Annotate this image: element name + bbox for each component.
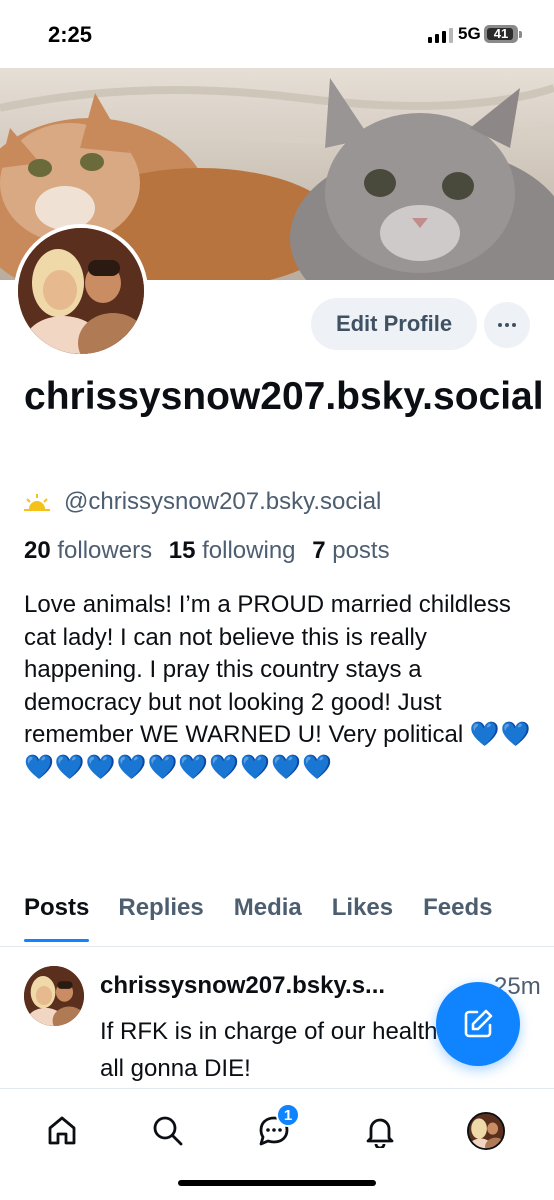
followers-label: followers: [57, 537, 153, 564]
status-time: 2:25: [48, 22, 93, 47]
more-options-button[interactable]: [484, 302, 530, 348]
cellular-signal-icon: [428, 27, 453, 43]
tab-replies[interactable]: Replies: [118, 894, 203, 942]
profile-avatar-icon: [467, 1112, 505, 1150]
posts-stat: 7 posts: [312, 537, 389, 564]
nav-profile[interactable]: [464, 1109, 508, 1153]
profile-tabs: Posts Replies Media Likes Feeds: [24, 894, 554, 942]
dot: [505, 323, 509, 327]
profile-handle: @chrissysnow207.bsky.social: [64, 488, 382, 515]
profile-avatar[interactable]: [14, 224, 148, 358]
tab-posts[interactable]: Posts: [24, 894, 90, 942]
followers-link[interactable]: 20 followers: [24, 537, 152, 564]
following-label: following: [202, 537, 296, 564]
profile-bio: Love animals! I’m a PROUD married childl…: [24, 589, 540, 784]
post-author-avatar[interactable]: [24, 966, 84, 1026]
compose-icon: [464, 1009, 493, 1038]
followers-count: 20: [24, 537, 51, 564]
home-icon: [48, 1116, 76, 1145]
chat-unread-badge: 1: [276, 1103, 300, 1127]
home-indicator: [178, 1180, 376, 1186]
compose-post-button[interactable]: [436, 982, 520, 1066]
avatar-photo: [24, 966, 84, 1026]
following-count: 15: [168, 537, 196, 564]
bell-icon: [366, 1118, 394, 1148]
posts-count: 7: [312, 537, 326, 564]
display-name: chrissysnow207.bsky.social: [24, 375, 544, 418]
edit-profile-button[interactable]: Edit Profile: [311, 298, 477, 350]
avatar-photo: [18, 228, 144, 354]
battery-icon: 41: [484, 25, 522, 43]
profile-stats: 20 followers 15 following 7 posts: [24, 537, 390, 565]
battery-level: 41: [493, 26, 509, 41]
tab-likes[interactable]: Likes: [332, 894, 393, 942]
tab-media[interactable]: Media: [234, 894, 302, 942]
network-type: 5G: [458, 24, 481, 43]
post-author-name[interactable]: chrissysnow207.bsky.s...: [100, 972, 430, 1000]
dot: [512, 323, 516, 327]
tabs-divider: [0, 946, 554, 947]
search-icon: [153, 1116, 183, 1146]
nav-search[interactable]: [146, 1109, 190, 1153]
nav-home[interactable]: [40, 1109, 84, 1153]
nav-notifications[interactable]: [358, 1109, 402, 1153]
bio-text: Love animals! I’m a PROUD married childl…: [24, 591, 511, 748]
dot: [498, 323, 502, 327]
sun-icon: [24, 494, 50, 511]
following-link[interactable]: 15 following: [169, 537, 296, 564]
handle-row: @chrissysnow207.bsky.social: [24, 488, 381, 516]
status-bar: 2:25 5G 41: [0, 0, 554, 68]
posts-label: posts: [332, 537, 390, 564]
tab-feeds[interactable]: Feeds: [423, 894, 492, 942]
